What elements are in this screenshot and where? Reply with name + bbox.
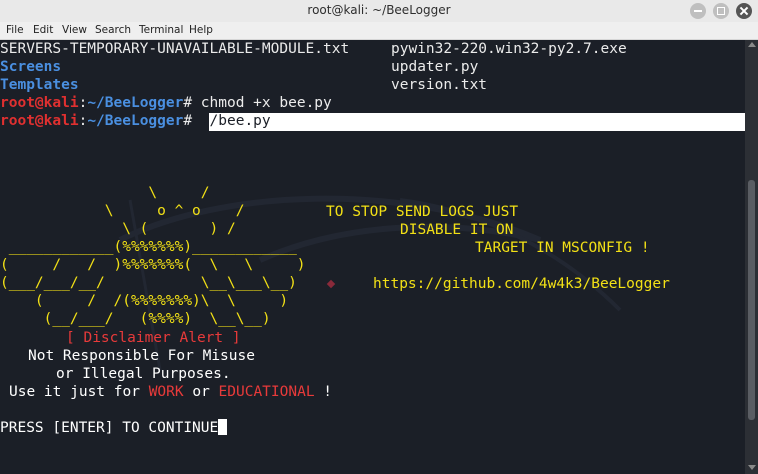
scroll-up-arrow-icon[interactable]: [748, 42, 756, 47]
prompt-command: chmod +x bee.py: [192, 95, 332, 111]
terminal-output[interactable]: SERVERS-TEMPORARY-UNAVAILABLE-MODULE.txt…: [0, 40, 745, 474]
prompt-user: root@kali: [0, 113, 79, 129]
github-url: https://github.com/4w4k3/BeeLogger: [373, 276, 670, 292]
notice-line: TO STOP SEND LOGS JUST: [326, 204, 519, 220]
prompt-symbol: #: [183, 113, 193, 129]
disclaimer-line: Use it just for WORK or EDUCATIONAL !: [9, 383, 332, 401]
close-button[interactable]: [736, 3, 752, 19]
ascii-art-line: ____________(%%%%%%%)____________: [0, 239, 297, 255]
ascii-art-line: ( / / )%%%%%%%( \ \ ): [0, 257, 306, 273]
listing-row: SERVERS-TEMPORARY-UNAVAILABLE-MODULE.txt: [0, 40, 349, 58]
enter-prompt: PRESS [ENTER] TO CONTINUE: [0, 419, 228, 437]
prompt-line: root@kali:~/BeeLogger# chmod +x bee.py: [0, 94, 332, 112]
prompt-symbol: #: [183, 95, 193, 111]
scroll-thumb[interactable]: [748, 180, 755, 420]
directory-name: Templates: [0, 77, 79, 93]
prompt-sep: :: [78, 95, 88, 111]
directory-name: Screens: [0, 59, 62, 75]
notice-line: DISABLE IT ON: [400, 222, 514, 238]
prompt-line: root@kali:~/BeeLogger# ./bee.py: [0, 112, 271, 130]
menu-bar: File Edit View Search Terminal Help: [0, 22, 758, 40]
ascii-art-line: ( / /(%%%%%%%)\ \ ): [0, 293, 289, 309]
menu-search[interactable]: Search: [95, 24, 131, 36]
disclaimer-line: Not Responsible For Misuse: [28, 348, 255, 364]
title-bar[interactable]: root@kali: ~/BeeLogger: [0, 0, 758, 23]
prompt-command: ./bee.py: [192, 113, 271, 129]
notice-line: TARGET IN MSCONFIG !: [475, 240, 650, 256]
prompt-path: ~/BeeLogger: [87, 95, 184, 111]
enter-prompt-text: PRESS [ENTER] TO CONTINUE: [0, 420, 219, 436]
text-cursor: [218, 419, 228, 435]
file-name: updater.py: [391, 59, 479, 75]
selection-highlight: [209, 113, 745, 131]
ascii-art-line: \ /: [0, 185, 210, 201]
disclaimer-line: or Illegal Purposes.: [56, 366, 231, 382]
minimize-button[interactable]: [690, 3, 706, 19]
disclaimer-suffix: !: [314, 384, 333, 400]
file-name: SERVERS-TEMPORARY-UNAVAILABLE-MODULE.txt: [0, 41, 350, 57]
file-name: version.txt: [391, 77, 488, 93]
ascii-art-line: (___/___/__/ \__\___\__): [0, 275, 297, 291]
terminal-window: root@kali: ~/BeeLogger File Edit View Se…: [0, 0, 758, 474]
prompt-user: root@kali: [0, 95, 79, 111]
menu-help[interactable]: Help: [189, 24, 213, 36]
ascii-art-line: (__/___/ (%%%%) \__\__): [0, 311, 271, 327]
disclaimer-prefix: Use it just for: [9, 384, 149, 400]
ascii-art-line: \ o ^ o /: [0, 203, 245, 219]
window-title: root@kali: ~/BeeLogger: [307, 3, 451, 17]
disclaimer-word-work: WORK: [148, 384, 184, 400]
menu-edit[interactable]: Edit: [33, 24, 53, 36]
menu-view[interactable]: View: [62, 24, 87, 36]
disclaimer-word-educational: EDUCATIONAL: [218, 384, 315, 400]
vertical-scrollbar[interactable]: [745, 40, 758, 474]
scroll-down-arrow-icon[interactable]: [748, 465, 756, 470]
listing-row: pywin32-220.win32-py2.7.exe: [391, 40, 627, 58]
disclaimer-title: [ Disclaimer Alert ]: [66, 330, 241, 346]
disclaimer-mid: or: [183, 384, 219, 400]
maximize-button[interactable]: [713, 3, 729, 19]
ascii-art-line: \ ( ) /: [0, 221, 236, 237]
menu-terminal[interactable]: Terminal: [139, 24, 183, 36]
prompt-path: ~/BeeLogger: [87, 113, 184, 129]
menu-file[interactable]: File: [6, 24, 24, 36]
prompt-sep: :: [78, 113, 88, 129]
file-name: pywin32-220.win32-py2.7.exe: [391, 41, 627, 57]
